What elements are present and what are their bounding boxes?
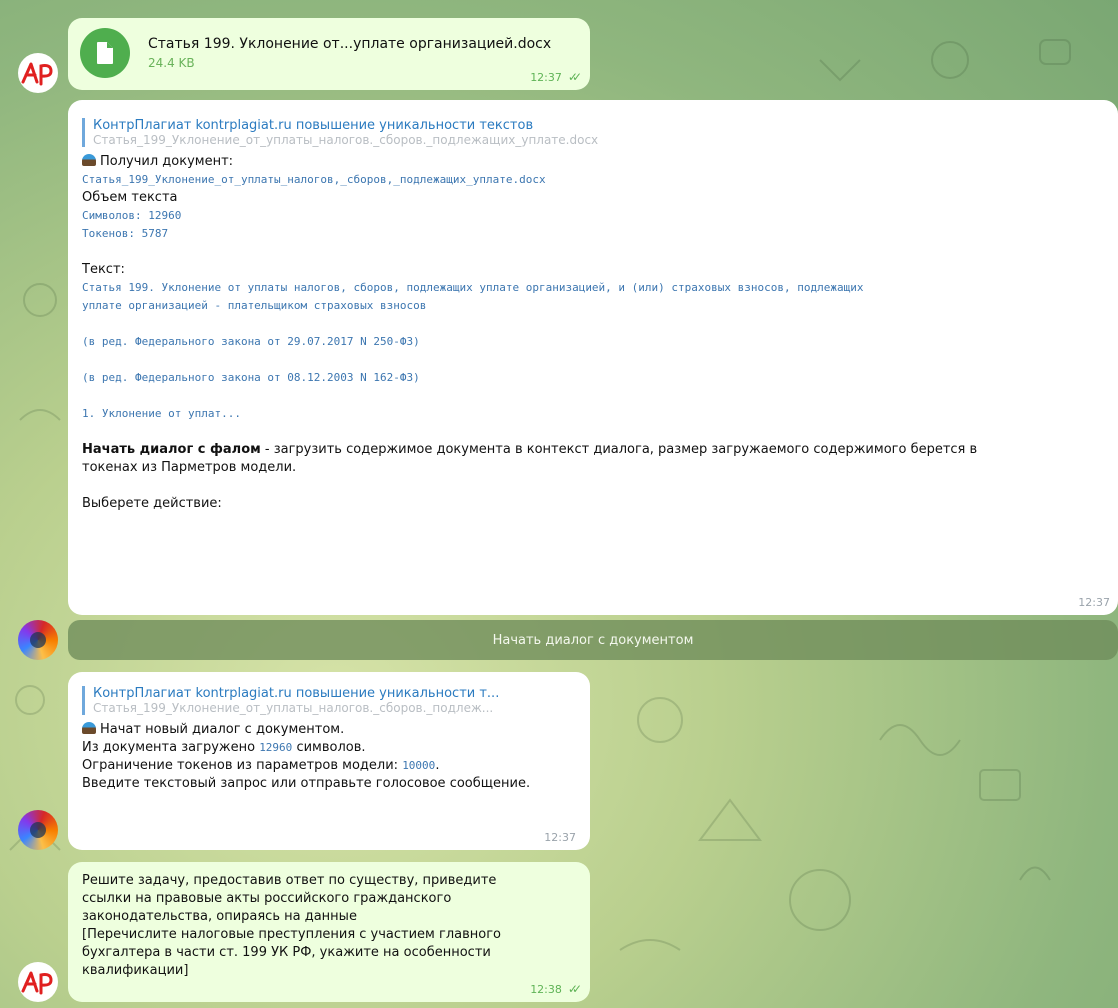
ap-logo-icon: [21, 971, 53, 995]
message-line: ссылки на правовые акты российского граж…: [82, 891, 452, 906]
message-time: 12:37 ✓✓: [530, 70, 582, 84]
file-size: 24.4 KB: [148, 56, 195, 70]
bot-dialog-started-message: КонтрПлагиат kontrplagiat.ru повышение у…: [68, 672, 590, 850]
received-line: Получил документ:: [82, 153, 1104, 171]
reply-subtitle: Статья_199_Уклонение_от_уплаты_налогов._…: [93, 133, 599, 147]
choose-action-label: Выберете действие:: [82, 496, 222, 511]
dialog-started-line: Начат новый диалог с документом.: [82, 721, 576, 739]
message-time: 12:38 ✓✓: [530, 982, 582, 996]
text-preview-line: (в ред. Федерального закона от 29.07.201…: [82, 335, 420, 348]
message-line: квалификации]: [82, 963, 189, 978]
message-line: бухгалтера в части ст. 199 УК РФ, укажит…: [82, 945, 491, 960]
message-time: 12:37: [1078, 596, 1110, 609]
tokens-count: Токенов: 5787: [82, 227, 169, 240]
file-message[interactable]: Статья 199. Уклонение от...уплате органи…: [68, 18, 590, 90]
loaded-chars-line: Из документа загружено 12960 символов.: [82, 740, 366, 755]
start-dialog-description: Начать диалог с фалом - загрузить содерж…: [82, 442, 978, 457]
emoji-icon: [82, 154, 96, 166]
text-preview-line: Статья 199. Уклонение от уплаты налогов,…: [82, 281, 864, 294]
start-dialog-description-2: токенах из Парметров модели.: [82, 460, 297, 475]
user-text-message: Решите задачу, предоставив ответ по суще…: [68, 862, 590, 1002]
token-limit-line: Ограничение токенов из параметров модели…: [82, 758, 440, 773]
reply-title: КонтрПлагиат kontrplagiat.ru повышение у…: [93, 686, 500, 701]
user-avatar[interactable]: [18, 962, 58, 1002]
double-check-icon: ✓✓: [567, 982, 582, 996]
text-preview-line: уплате организацией - плательщиком страх…: [82, 299, 427, 312]
text-preview-line: (в ред. Федерального закона от 08.12.200…: [82, 371, 420, 384]
bot-avatar[interactable]: [18, 620, 58, 660]
user-avatar[interactable]: [18, 53, 58, 93]
reply-subtitle: Статья_199_Уклонение_от_уплаты_налогов._…: [93, 701, 494, 715]
message-line: [Перечислите налоговые преступления с уч…: [82, 927, 502, 942]
emoji-icon: [82, 722, 96, 734]
instruction-line: Введите текстовый запрос или отправьте г…: [82, 776, 531, 791]
message-line: законодательства, опираясь на данные: [82, 909, 357, 924]
text-label: Текст:: [82, 262, 125, 277]
file-name: Статья 199. Уклонение от...уплате органи…: [148, 36, 552, 52]
text-preview-line: 1. Уклонение от уплат...: [82, 407, 241, 420]
bot-document-message: КонтрПлагиат kontrplagiat.ru повышение у…: [68, 100, 1118, 615]
start-dialog-button[interactable]: Начать диалог с документом: [68, 620, 1118, 660]
reply-preview[interactable]: КонтрПлагиат kontrplagiat.ru повышение у…: [82, 686, 576, 715]
message-line: Решите задачу, предоставив ответ по суще…: [82, 873, 497, 888]
document-name: Статья_199_Уклонение_от_уплаты_налогов,_…: [82, 173, 546, 186]
message-time: 12:37: [544, 831, 576, 844]
document-file-icon[interactable]: [80, 28, 130, 78]
bot-avatar[interactable]: [18, 810, 58, 850]
ap-logo-icon: [21, 62, 53, 86]
reply-preview[interactable]: КонтрПлагиат kontrplagiat.ru повышение у…: [82, 118, 1104, 147]
volume-label: Объем текста: [82, 190, 178, 205]
reply-title: КонтрПлагиат kontrplagiat.ru повышение у…: [93, 118, 534, 133]
chars-count: Символов: 12960: [82, 209, 182, 222]
double-check-icon: ✓✓: [567, 70, 582, 84]
